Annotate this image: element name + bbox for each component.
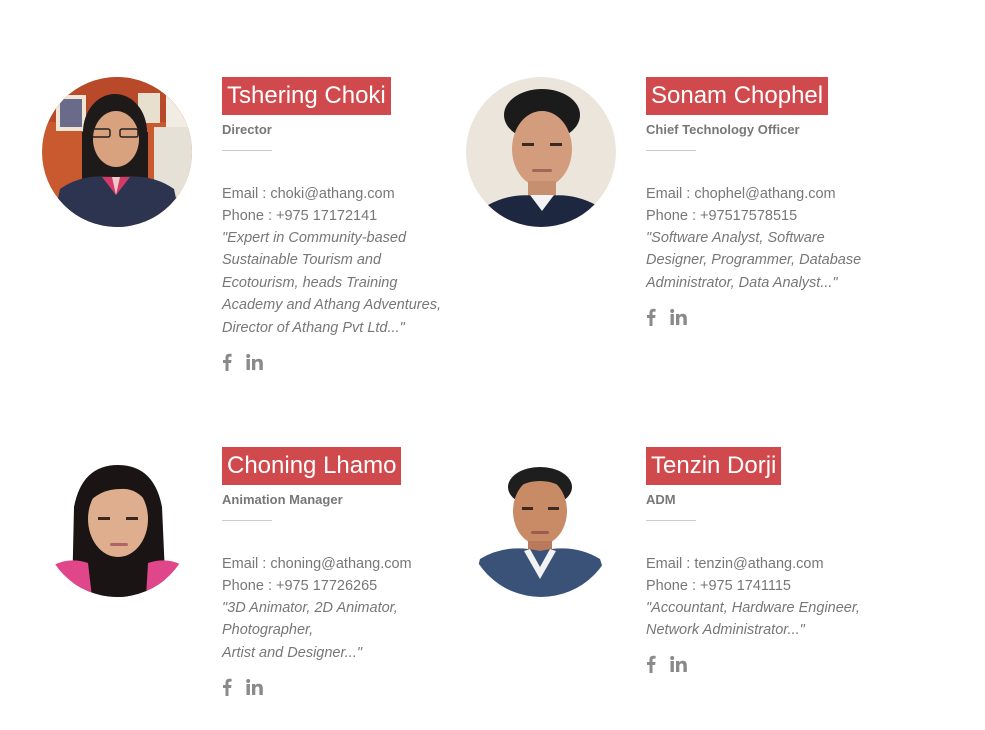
member-name: Choning Lhamo [222,447,402,485]
contact-details: Email : tenzin@athang.com Phone : +975 1… [646,553,876,597]
portrait-photo [466,447,616,597]
member-phone[interactable]: Phone : +975 17726265 [222,575,452,597]
facebook-icon[interactable] [646,655,656,678]
member-email[interactable]: Email : tenzin@athang.com [646,553,876,575]
linkedin-icon[interactable] [670,308,687,330]
member-email[interactable]: Email : choki@athang.com [222,183,452,205]
social-links [222,352,452,376]
member-role: Chief Technology Officer [646,122,800,137]
contact-details: Email : chophel@athang.com Phone : +9751… [646,183,876,227]
portrait-photo [466,77,616,227]
social-links [646,307,876,331]
member-info: Sonam Chophel Chief Technology Officer E… [646,77,876,331]
social-links [646,655,876,679]
contact-details: Email : choki@athang.com Phone : +975 17… [222,183,452,227]
portrait-photo [42,77,192,227]
divider [646,520,696,521]
member-bio: "Expert in Community-based Sustainable T… [222,230,441,336]
social-links [222,677,452,701]
team-section: Tshering Choki Director Email : choki@at… [0,0,985,730]
member-name: Tshering Choki [222,77,391,115]
member-info: Choning Lhamo Animation Manager Email : … [222,447,452,701]
avatar [42,77,192,227]
member-name: Tenzin Dorji [646,447,782,485]
contact-details: Email : choning@athang.com Phone : +975 … [222,553,452,597]
avatar [42,447,192,597]
avatar [466,77,616,227]
facebook-icon[interactable] [222,353,232,376]
member-role: ADM [646,492,676,507]
portrait-photo [42,447,192,597]
member-role: Director [222,122,272,137]
facebook-icon[interactable] [646,308,656,331]
member-email[interactable]: Email : choning@athang.com [222,553,452,575]
member-info: Tenzin Dorji ADM Email : tenzin@athang.c… [646,447,876,679]
linkedin-icon[interactable] [246,678,263,700]
member-bio: "Accountant, Hardware Engineer, Network … [646,600,860,639]
linkedin-icon[interactable] [670,656,687,677]
member-phone[interactable]: Phone : +97517578515 [646,205,876,227]
divider [646,150,696,151]
member-phone[interactable]: Phone : +975 17172141 [222,205,452,227]
member-email[interactable]: Email : chophel@athang.com [646,183,876,205]
member-role: Animation Manager [222,492,343,507]
facebook-icon[interactable] [222,678,232,701]
member-name: Sonam Chophel [646,77,829,115]
linkedin-icon[interactable] [246,353,263,375]
member-bio: "3D Animator, 2D Animator, Photographer,… [222,600,398,661]
member-phone[interactable]: Phone : +975 1741115 [646,575,876,597]
avatar [466,447,616,597]
divider [222,150,272,151]
divider [222,520,272,521]
member-bio: "Software Analyst, Software Designer, Pr… [646,230,862,291]
member-info: Tshering Choki Director Email : choki@at… [222,77,452,376]
